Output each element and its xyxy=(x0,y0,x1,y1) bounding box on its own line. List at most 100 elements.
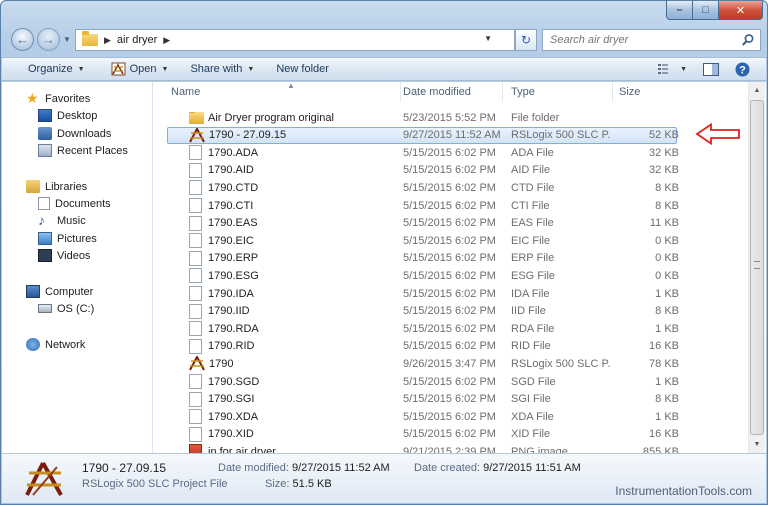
details-value: 9/27/2015 11:52 AM xyxy=(292,462,390,474)
recent-pages-dropdown[interactable]: ▼ xyxy=(63,35,71,44)
file-name: 1790.CTD xyxy=(208,181,259,194)
nav-favorites[interactable]: ★ Favorites xyxy=(26,90,90,107)
file-size: 16 KB xyxy=(649,340,679,353)
table-row[interactable]: 1790 - 27.09.15 9/27/2015 11:52 AM RSLogix… xyxy=(167,126,679,144)
nav-computer[interactable]: Computer xyxy=(26,283,93,300)
table-row[interactable]: 1790.ADA 5/15/2015 6:02 PM ADA File 32 KB xyxy=(155,144,679,161)
scroll-up-button[interactable]: ▲ xyxy=(749,82,765,99)
vertical-scrollbar[interactable]: ▲ ▼ xyxy=(748,82,765,453)
minimize-button[interactable]: – xyxy=(666,1,693,20)
new-folder-button[interactable]: New folder xyxy=(268,58,337,80)
nav-music[interactable]: ♪ Music xyxy=(38,212,86,229)
address-history-dropdown[interactable]: ▼ xyxy=(484,34,492,43)
refresh-button[interactable]: ↻ xyxy=(515,29,537,51)
help-icon: ? xyxy=(735,62,750,76)
table-row[interactable]: 1790 9/26/2015 3:47 PM RSLogix 500 SLC P..… xyxy=(155,355,679,372)
breadcrumb-item[interactable]: air dryer xyxy=(117,34,157,46)
scroll-down-button[interactable]: ▼ xyxy=(749,436,765,453)
search-icon[interactable] xyxy=(741,33,755,47)
file-name-cell: 1790 - 27.09.15 xyxy=(189,127,286,143)
back-button[interactable]: ← xyxy=(11,28,34,51)
details-file-name: 1790 - 27.09.15 xyxy=(82,461,167,475)
forward-button[interactable]: → xyxy=(37,28,60,51)
table-row[interactable]: 1790.EAS 5/15/2015 6:02 PM EAS File 11 KB xyxy=(155,215,679,232)
nav-label: Favorites xyxy=(45,92,91,105)
preview-pane-button[interactable] xyxy=(703,62,719,76)
nav-videos[interactable]: Videos xyxy=(38,247,90,264)
table-row[interactable]: Air Dryer program original 5/23/2015 5:52… xyxy=(155,109,675,126)
table-row[interactable]: 1790.CTI 5/15/2015 6:02 PM CTI File 8 KB xyxy=(155,197,679,214)
file-icon xyxy=(189,198,202,213)
search-input[interactable] xyxy=(550,34,730,46)
nav-libraries[interactable]: Libraries xyxy=(26,178,87,195)
recent-places-icon xyxy=(38,144,52,157)
nav-network[interactable]: Network xyxy=(26,336,85,353)
column-header-date[interactable]: Date modified xyxy=(397,82,503,102)
table-row[interactable]: 1790.CTD 5/15/2015 6:02 PM CTD File 8 KB xyxy=(155,179,679,196)
minimize-icon: – xyxy=(676,4,683,16)
file-icon xyxy=(189,145,202,161)
share-with-button[interactable]: Share with ▼ xyxy=(182,58,262,80)
column-label: Name xyxy=(171,86,201,98)
column-header-size[interactable]: Size xyxy=(613,82,683,102)
explorer-window: – □ ✕ ← → ▼ ▶ air dryer ▶ ▼ ↻ Search air… xyxy=(0,0,768,505)
details-label: Size: xyxy=(265,478,290,490)
table-row[interactable]: 1790.ESG 5/15/2015 6:02 PM ESG File 0 KB xyxy=(155,267,679,284)
table-row[interactable]: 1790.SGD 5/15/2015 6:02 PM SGD File 1 KB xyxy=(155,373,679,390)
table-row[interactable]: 1790.AID 5/15/2015 6:02 PM AID File 32 KB xyxy=(155,162,679,179)
chevron-right-icon[interactable]: ▶ xyxy=(104,35,111,46)
file-type: ADA File xyxy=(511,146,554,159)
nav-label: Desktop xyxy=(57,109,98,122)
organize-button[interactable]: Organize ▼ xyxy=(20,58,93,80)
file-name: 1790.EAS xyxy=(208,217,258,230)
file-type: ERP File xyxy=(511,252,555,265)
nav-documents[interactable]: Documents xyxy=(38,195,111,212)
nav-recent-places[interactable]: Recent Places xyxy=(38,142,128,159)
table-row[interactable]: 1790.IID 5/15/2015 6:02 PM IID File 8 KB xyxy=(155,303,679,320)
nav-downloads[interactable]: Downloads xyxy=(38,125,111,142)
svg-text:?: ? xyxy=(739,64,746,76)
caption-buttons: – □ ✕ xyxy=(666,1,763,21)
file-name-cell: 1790.SGD xyxy=(189,374,259,389)
file-type: RID File xyxy=(511,340,551,353)
help-button[interactable]: ? xyxy=(735,62,750,77)
table-row[interactable]: 1790.RDA 5/15/2015 6:02 PM RDA File 1 KB xyxy=(155,320,679,337)
file-date: 5/15/2015 6:02 PM xyxy=(403,181,496,194)
file-name-cell: 1790.EIC xyxy=(189,233,254,249)
file-type: ESG File xyxy=(511,269,556,282)
table-row[interactable]: 1790.EIC 5/15/2015 6:02 PM EIC File 0 KB xyxy=(155,232,679,249)
table-row[interactable]: 1790.XDA 5/15/2015 6:02 PM XDA File 1 KB xyxy=(155,408,679,425)
chevron-right-icon[interactable]: ▶ xyxy=(163,35,170,46)
file-size: 0 KB xyxy=(655,269,679,282)
file-type: EAS File xyxy=(511,217,554,230)
column-header-name[interactable]: Name ▲ xyxy=(165,81,401,102)
table-row[interactable]: 1790.RID 5/15/2015 6:02 PM RID File 16 KB xyxy=(155,338,679,355)
file-date: 5/15/2015 6:02 PM xyxy=(403,234,496,247)
downloads-icon xyxy=(38,127,52,140)
table-row[interactable]: 1790.XID 5/15/2015 6:02 PM XID File 16 KB xyxy=(155,426,679,443)
close-button[interactable]: ✕ xyxy=(719,1,763,20)
table-row[interactable]: 1790.SGI 5/15/2015 6:02 PM SGI File 8 KB xyxy=(155,391,679,408)
change-view-button[interactable]: ▼ xyxy=(658,63,687,75)
table-row[interactable]: 1790.IDA 5/15/2015 6:02 PM IDA File 1 KB xyxy=(155,285,679,302)
open-button[interactable]: Open ▼ xyxy=(103,58,177,80)
search-box[interactable] xyxy=(542,29,761,51)
file-icon xyxy=(189,409,202,425)
watermark-text: InstrumentationTools.com xyxy=(615,484,752,498)
nav-pictures[interactable]: Pictures xyxy=(38,230,97,247)
maximize-button[interactable]: □ xyxy=(693,1,719,20)
file-date: 5/15/2015 6:02 PM xyxy=(403,199,496,212)
table-row[interactable]: 1790.ERP 5/15/2015 6:02 PM ERP File 0 KB xyxy=(155,250,679,267)
file-date: 5/15/2015 6:02 PM xyxy=(403,305,496,318)
file-name: 1790.SGD xyxy=(208,375,260,388)
scroll-thumb[interactable] xyxy=(750,100,764,435)
network-icon xyxy=(26,338,40,351)
address-bar[interactable]: ▶ air dryer ▶ ▼ xyxy=(75,29,515,51)
arrow-left-icon: ← xyxy=(16,32,29,47)
column-header-type[interactable]: Type xyxy=(505,82,613,102)
address-row: ← → ▼ ▶ air dryer ▶ ▼ ↻ xyxy=(1,27,767,53)
nav-os-drive[interactable]: OS (C:) xyxy=(38,300,94,317)
file-name: 1790.RDA xyxy=(208,322,259,335)
nav-desktop[interactable]: Desktop xyxy=(38,107,97,124)
file-size: 1 KB xyxy=(655,410,679,423)
